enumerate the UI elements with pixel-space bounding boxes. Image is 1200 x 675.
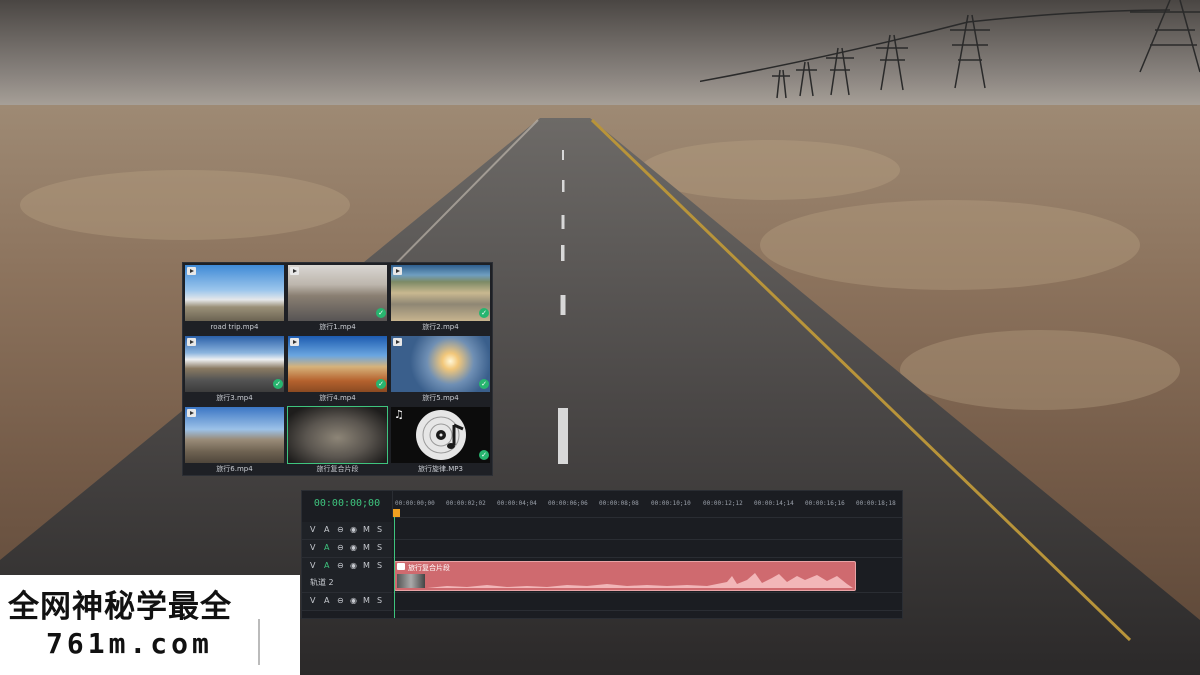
ruler-tick-label: 00:00:06;06 [548, 500, 588, 507]
thumbnail [185, 336, 284, 392]
media-item-label: 旅行5.mp4 [422, 394, 459, 402]
vinyl-record-icon [416, 410, 466, 460]
check-icon: ✓ [273, 379, 283, 389]
eye-icon[interactable]: ◉ [350, 525, 357, 534]
media-item-compound-clip[interactable]: 旅行复合片段 [287, 406, 388, 475]
solo-button[interactable]: S [377, 561, 382, 570]
play-badge-icon [187, 338, 196, 346]
lock-icon[interactable]: ⊖ [337, 525, 344, 534]
track-lane[interactable] [393, 540, 902, 558]
media-item-label: 旅行旋律.MP3 [418, 465, 463, 473]
thumbnail [391, 265, 490, 321]
track-header: V A ⊖ ◉ M S [302, 540, 392, 558]
media-item-travel-3[interactable]: ✓ 旅行3.mp4 [184, 335, 285, 404]
track-header: V A ⊖ ◉ M S [302, 593, 392, 611]
music-note-icon: ♫ [394, 408, 404, 421]
check-icon: ✓ [479, 450, 489, 460]
media-item-travel-6[interactable]: 旅行6.mp4 [184, 406, 285, 475]
timeline-panel: 00:00:00;00 00:00:00;00 00:00:02;02 00:0… [301, 490, 903, 619]
lock-icon[interactable]: ⊖ [337, 561, 344, 570]
media-item-travel-melody[interactable]: ♫ ✓ 旅行旋律.MP3 [390, 406, 491, 475]
media-item-label: 旅行3.mp4 [216, 394, 253, 402]
check-icon: ✓ [479, 308, 489, 318]
media-item-label: 旅行2.mp4 [422, 323, 459, 331]
thumbnail [391, 336, 490, 392]
time-ruler[interactable]: 00:00:00;00 00:00:02;02 00:00:04;04 00:0… [393, 491, 902, 518]
thumbnail [391, 407, 490, 463]
power-pylons [700, 0, 1200, 99]
audio-toggle[interactable]: A [324, 596, 329, 605]
media-item-travel-4[interactable]: ✓ 旅行4.mp4 [287, 335, 388, 404]
video-toggle[interactable]: V [310, 525, 315, 534]
thumbnail [185, 407, 284, 463]
media-item-travel-5[interactable]: ✓ 旅行5.mp4 [390, 335, 491, 404]
audio-toggle[interactable]: A [324, 561, 329, 570]
watermark-url: 761m.com [46, 627, 213, 660]
play-badge-icon [187, 409, 196, 417]
video-toggle[interactable]: V [310, 543, 315, 552]
ruler-tick-label: 00:00:14;14 [754, 500, 794, 507]
check-icon: ✓ [376, 308, 386, 318]
compound-clip[interactable]: 旅行复合片段 [394, 561, 856, 591]
solo-button[interactable]: S [377, 525, 382, 534]
audio-waveform [427, 573, 853, 588]
check-icon: ✓ [479, 379, 489, 389]
ruler-tick-label: 00:00:10;10 [651, 500, 691, 507]
eye-icon[interactable]: ◉ [350, 543, 357, 552]
video-toggle[interactable]: V [310, 561, 315, 570]
play-badge-icon [187, 267, 196, 275]
ruler-tick-label: 00:00:18;18 [856, 500, 896, 507]
track-header: V A ⊖ ◉ M S [302, 522, 392, 540]
eye-icon[interactable]: ◉ [350, 561, 357, 570]
audio-toggle[interactable]: A [324, 525, 329, 534]
media-item-label: 旅行4.mp4 [319, 394, 356, 402]
thumbnail [288, 265, 387, 321]
play-badge-icon [290, 338, 299, 346]
track-name: 轨道 2 [310, 578, 334, 587]
play-badge-icon [290, 267, 299, 275]
play-badge-icon [393, 338, 402, 346]
solo-button[interactable]: S [377, 596, 382, 605]
eye-icon[interactable]: ◉ [350, 596, 357, 605]
audio-toggle[interactable]: A [324, 543, 329, 552]
ruler-tick-label: 00:00:02;02 [446, 500, 486, 507]
playhead-handle[interactable] [393, 509, 400, 517]
media-item-travel-2[interactable]: ✓ 旅行2.mp4 [390, 264, 491, 333]
check-icon: ✓ [376, 379, 386, 389]
thumbnail [185, 265, 284, 321]
ruler-tick-label: 00:00:00;00 [395, 500, 435, 507]
thumbnail [287, 406, 388, 464]
watermark-divider [258, 619, 260, 665]
lock-icon[interactable]: ⊖ [337, 543, 344, 552]
track-lane[interactable] [393, 593, 902, 611]
track-lane[interactable] [393, 522, 902, 540]
video-toggle[interactable]: V [310, 596, 315, 605]
playhead-line[interactable] [394, 517, 395, 618]
ruler-tick-label: 00:00:04;04 [497, 500, 537, 507]
play-badge-icon [393, 267, 402, 275]
media-item-travel-1[interactable]: ✓ 旅行1.mp4 [287, 264, 388, 333]
mute-button[interactable]: M [363, 561, 370, 570]
watermark-box: 全网神秘学最全 761m.com [0, 575, 300, 675]
timecode-display[interactable]: 00:00:00;00 [302, 491, 393, 517]
clip-thumbnail [397, 574, 425, 588]
ruler-tick-label: 00:00:12;12 [703, 500, 743, 507]
media-library-panel: road trip.mp4 ✓ 旅行1.mp4 ✓ 旅行2.mp4 ✓ 旅行3.… [182, 262, 493, 476]
mute-button[interactable]: M [363, 525, 370, 534]
track-header: V A ⊖ ◉ M S 轨道 2 [302, 558, 392, 593]
media-item-label: 旅行1.mp4 [319, 323, 356, 331]
media-item-road-trip[interactable]: road trip.mp4 [184, 264, 285, 333]
lock-icon[interactable]: ⊖ [337, 596, 344, 605]
ruler-tick-label: 00:00:16;16 [805, 500, 845, 507]
mute-button[interactable]: M [363, 596, 370, 605]
media-item-label: road trip.mp4 [210, 323, 259, 331]
compound-clip-icon [397, 563, 405, 570]
solo-button[interactable]: S [377, 543, 382, 552]
thumbnail [288, 336, 387, 392]
mute-button[interactable]: M [363, 543, 370, 552]
ruler-tick-label: 00:00:08;08 [599, 500, 639, 507]
media-item-label: 旅行复合片段 [316, 465, 359, 473]
media-item-label: 旅行6.mp4 [216, 465, 253, 473]
watermark-title: 全网神秘学最全 [8, 589, 232, 625]
